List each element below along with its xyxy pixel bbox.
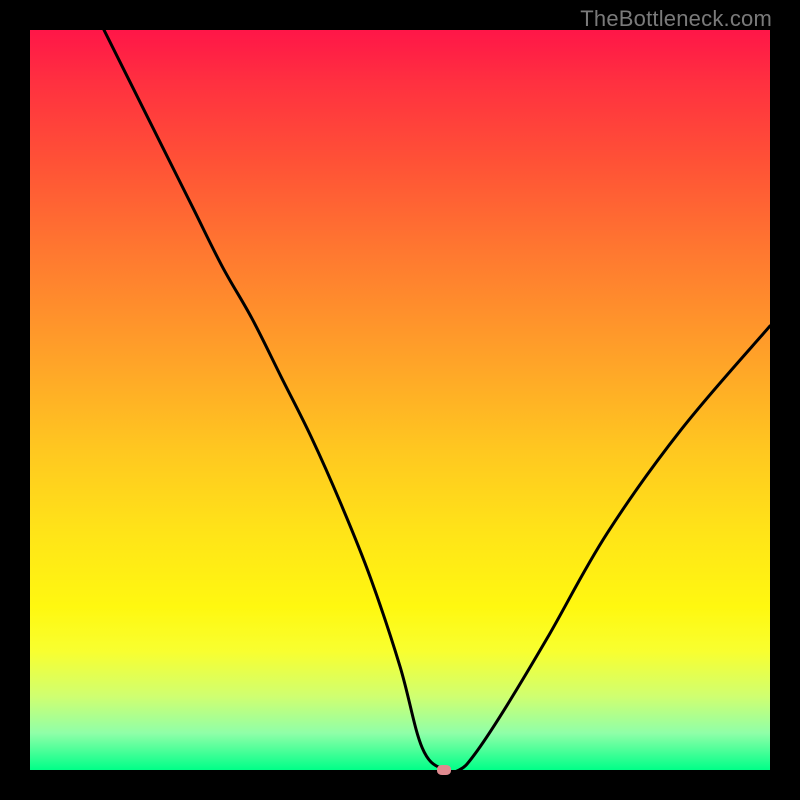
plot-area [30, 30, 770, 770]
minimum-marker [437, 765, 451, 775]
bottleneck-curve [30, 30, 770, 770]
watermark-text: TheBottleneck.com [580, 6, 772, 32]
chart-frame: TheBottleneck.com [0, 0, 800, 800]
